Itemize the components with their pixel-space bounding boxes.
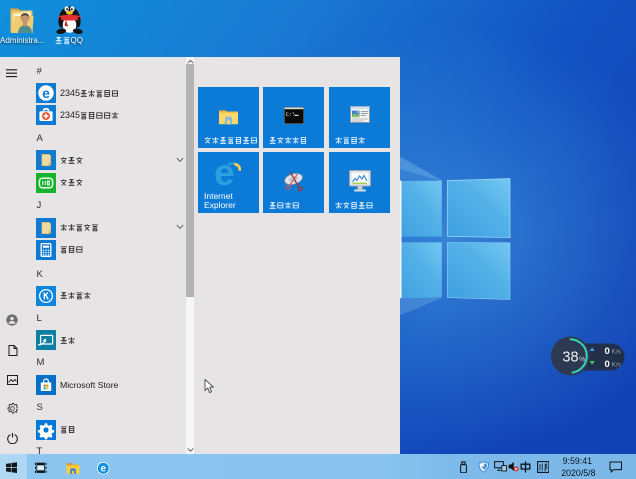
svg-text:e: e bbox=[100, 463, 106, 474]
svg-text:e: e bbox=[42, 85, 50, 101]
svg-text:0: 0 bbox=[605, 346, 610, 357]
svg-text:K/s: K/s bbox=[612, 348, 622, 355]
svg-text:38: 38 bbox=[562, 349, 578, 365]
svg-text:%: % bbox=[579, 357, 585, 364]
svg-text:K/s: K/s bbox=[612, 362, 622, 369]
svg-text:0: 0 bbox=[605, 359, 610, 370]
svg-text:C:\: C:\ bbox=[286, 111, 296, 118]
